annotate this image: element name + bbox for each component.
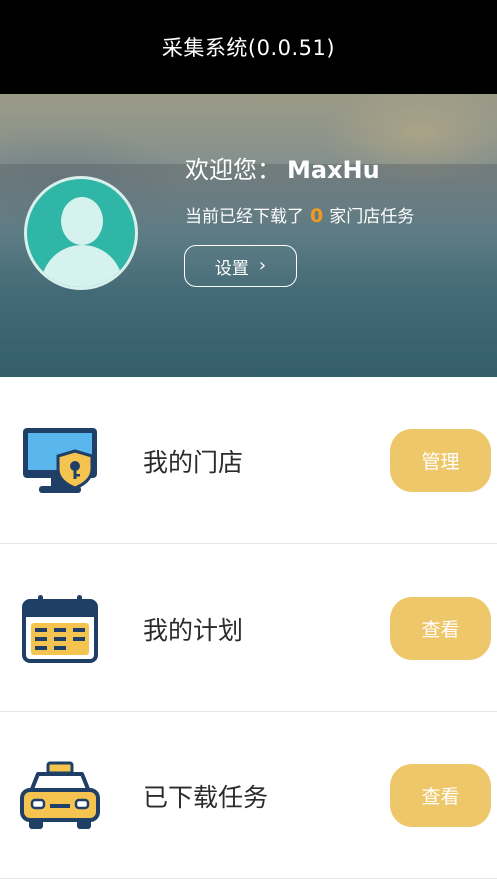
- username: MaxHu: [287, 156, 380, 184]
- taxi-icon: [20, 761, 100, 829]
- download-summary: 当前已经下载了 0 家门店任务: [185, 202, 414, 227]
- avatar-body: [41, 245, 123, 287]
- download-prefix: 当前已经下载了: [185, 207, 304, 227]
- avatar[interactable]: [24, 176, 138, 290]
- download-suffix: 家门店任务: [329, 207, 415, 227]
- menu-item-plans[interactable]: 我的计划 查看: [0, 545, 497, 712]
- menu-label-stores: 我的门店: [143, 447, 244, 477]
- view-downloaded-button[interactable]: 查看: [390, 764, 491, 827]
- view-plans-button[interactable]: 查看: [390, 597, 491, 660]
- download-count: 0: [310, 205, 324, 227]
- welcome-prefix: 欢迎您：: [185, 156, 281, 184]
- settings-button[interactable]: 设置 ›: [184, 245, 297, 287]
- welcome-text: 欢迎您： MaxHu: [185, 150, 380, 185]
- settings-label: 设置: [214, 258, 249, 279]
- app-title: 采集系统(0.0.51): [161, 36, 336, 60]
- profile-header: 欢迎您： MaxHu 当前已经下载了 0 家门店任务 设置 ›: [0, 94, 497, 377]
- menu-label-plans: 我的计划: [143, 615, 244, 645]
- menu-label-downloaded-tasks: 已下载任务: [143, 782, 269, 812]
- monitor-shield-icon: [23, 428, 97, 493]
- chevron-right-icon: ›: [258, 255, 267, 276]
- calendar-icon: [22, 595, 98, 663]
- menu-item-downloaded-tasks[interactable]: 已下载任务 查看: [0, 712, 497, 879]
- avatar-head: [61, 197, 103, 245]
- menu-item-stores[interactable]: 我的门店 管理: [0, 377, 497, 544]
- title-bar: 采集系统(0.0.51): [0, 0, 497, 94]
- manage-button[interactable]: 管理: [390, 429, 491, 492]
